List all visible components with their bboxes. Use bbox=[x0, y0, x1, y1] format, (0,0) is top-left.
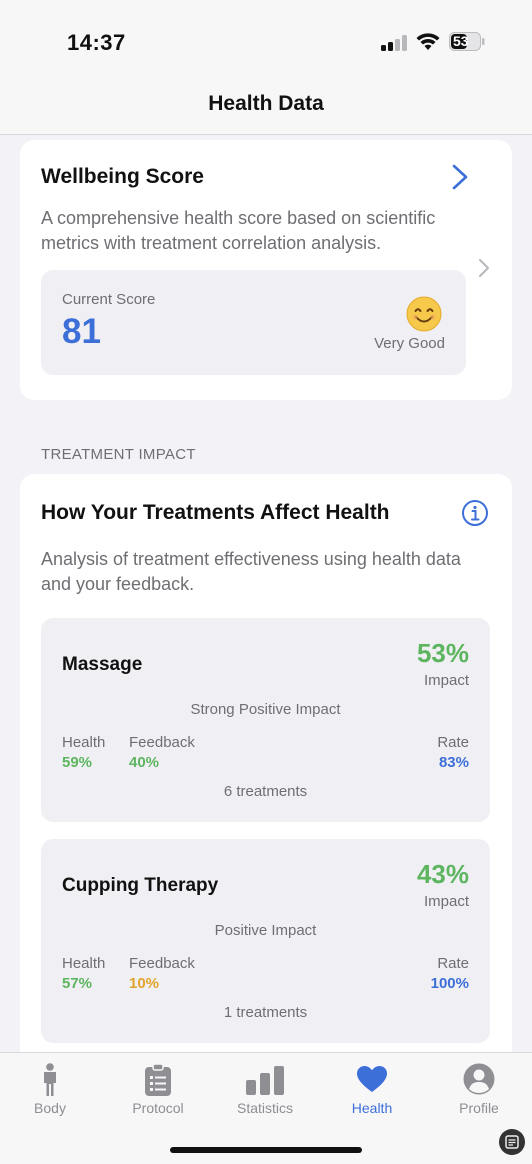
profile-icon bbox=[463, 1063, 495, 1095]
battery-level: 53 bbox=[453, 33, 469, 49]
score-status: Very Good bbox=[374, 335, 445, 352]
wellbeing-description: A comprehensive health score based on sc… bbox=[41, 208, 436, 253]
tab-body[interactable]: Body bbox=[0, 1053, 103, 1133]
document-icon bbox=[505, 1135, 519, 1149]
feedback-label: Feedback bbox=[129, 955, 195, 972]
tab-health[interactable]: Health bbox=[319, 1053, 425, 1133]
impact-percent: 53% bbox=[416, 638, 469, 668]
home-indicator[interactable] bbox=[170, 1147, 362, 1153]
treatment-count: 6 treatments bbox=[223, 783, 308, 800]
battery-icon: 53 bbox=[449, 32, 485, 51]
heart-icon bbox=[357, 1066, 387, 1092]
feedback-value: 10% bbox=[129, 975, 160, 992]
cellular-signal-icon bbox=[381, 35, 409, 51]
health-label: Health bbox=[62, 955, 106, 972]
smiling-face-emoji-icon bbox=[406, 296, 442, 332]
rate-value: 83% bbox=[438, 754, 469, 771]
impact-status: Strong Positive Impact bbox=[190, 701, 341, 718]
chevron-right-icon[interactable] bbox=[478, 258, 490, 278]
treatment-impact-title: How Your Treatments Affect Health bbox=[41, 501, 390, 524]
wellbeing-title: Wellbeing Score bbox=[41, 165, 204, 188]
wifi-icon bbox=[416, 33, 440, 50]
clipboard-icon bbox=[145, 1063, 171, 1096]
tab-statistics[interactable]: Statistics bbox=[212, 1053, 318, 1133]
assistive-touch-button[interactable] bbox=[499, 1129, 525, 1155]
navigation-bar: Health Data bbox=[0, 80, 532, 135]
status-time: 14:37 bbox=[67, 30, 126, 55]
tab-label: Protocol bbox=[132, 1100, 184, 1116]
wellbeing-card[interactable]: Wellbeing Score A comprehensive health s… bbox=[20, 140, 512, 400]
bar-chart-icon bbox=[246, 1066, 284, 1095]
rate-label: Rate bbox=[437, 734, 469, 751]
score-label: Current Score bbox=[62, 291, 156, 308]
rate-label: Rate bbox=[437, 955, 469, 972]
feedback-label: Feedback bbox=[129, 734, 195, 751]
info-icon[interactable] bbox=[461, 499, 489, 527]
treatment-card-massage[interactable]: Massage 53% Impact Strong Positive Impac… bbox=[41, 618, 490, 822]
current-score-box: Current Score 81 Very Good bbox=[41, 270, 466, 375]
person-icon bbox=[44, 1063, 56, 1096]
tab-profile[interactable]: Profile bbox=[426, 1053, 532, 1133]
treatment-name: Cupping Therapy bbox=[62, 875, 219, 896]
tab-label: Profile bbox=[459, 1100, 499, 1116]
chevron-right-icon[interactable] bbox=[451, 164, 469, 190]
tab-label: Health bbox=[351, 1100, 393, 1116]
tab-protocol[interactable]: Protocol bbox=[105, 1053, 211, 1133]
health-value: 57% bbox=[62, 975, 93, 992]
feedback-value: 40% bbox=[129, 754, 160, 771]
section-header: TREATMENT IMPACT bbox=[41, 446, 196, 463]
tab-label: Body bbox=[34, 1100, 66, 1116]
treatment-impact-description: Analysis of treatment effectiveness usin… bbox=[41, 549, 461, 594]
status-bar: 14:37 53 bbox=[0, 0, 532, 80]
impact-percent: 43% bbox=[416, 859, 469, 889]
treatment-name: Massage bbox=[62, 654, 143, 675]
impact-label: Impact bbox=[423, 893, 469, 910]
impact-status: Positive Impact bbox=[214, 922, 317, 939]
impact-label: Impact bbox=[423, 672, 469, 689]
rate-value: 100% bbox=[430, 975, 469, 992]
tab-label: Statistics bbox=[236, 1100, 293, 1116]
treatment-card-cupping-therapy[interactable]: Cupping Therapy 43% Impact Positive Impa… bbox=[41, 839, 490, 1043]
treatment-impact-card: How Your Treatments Affect Health Analys… bbox=[20, 474, 512, 1074]
health-label: Health bbox=[62, 734, 106, 751]
treatment-count: 1 treatments bbox=[223, 1004, 308, 1021]
page-title: Health Data bbox=[208, 92, 324, 115]
score-value: 81 bbox=[62, 312, 101, 351]
health-value: 59% bbox=[62, 754, 93, 771]
